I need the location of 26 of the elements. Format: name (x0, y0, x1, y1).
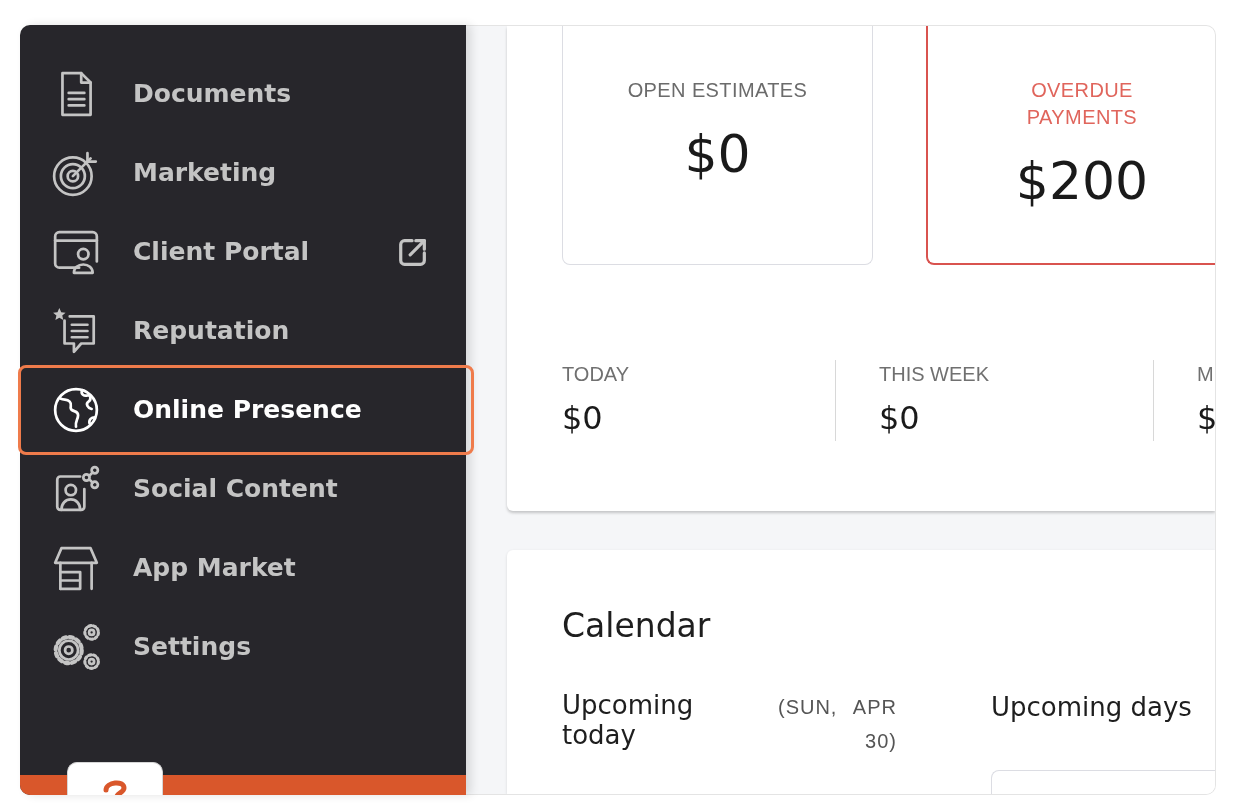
period-label: TODAY (562, 362, 630, 387)
period-label: M (1197, 362, 1214, 387)
section-heading: Upcoming today (562, 690, 695, 750)
sidebar-item[interactable]: Social Content (20, 457, 466, 521)
period-value: $0 (879, 398, 920, 438)
stat-value: $0 (684, 124, 751, 184)
sidebar-item[interactable]: Reputation (20, 299, 466, 363)
sidebar-item[interactable]: Settings (20, 615, 466, 679)
stat-label: OPEN ESTIMATES (626, 78, 809, 103)
gears-icon (51, 622, 101, 672)
stat-value: $200 (1015, 151, 1149, 211)
calendar-title: Calendar (562, 606, 711, 646)
globe-icon (51, 385, 101, 435)
period-label: THIS WEEK (879, 362, 989, 387)
sidebar-item[interactable]: Marketing (20, 141, 466, 205)
question-mark-icon (102, 777, 128, 795)
help-button[interactable] (67, 762, 163, 795)
stat-label: OVERDUE PAYMENTS (1025, 78, 1139, 130)
sidebar-item[interactable]: Client Portal (20, 220, 466, 284)
period-value: $ (1197, 398, 1215, 438)
sidebar-item[interactable]: App Market (20, 536, 466, 600)
sidebar-item[interactable]: Online Presence (20, 378, 466, 442)
date-label: (SUN, APR 30) (776, 695, 897, 754)
period-value: $0 (562, 398, 603, 438)
sidebar-item[interactable]: Documents (20, 62, 466, 126)
section-heading: Upcoming days (991, 692, 1192, 722)
